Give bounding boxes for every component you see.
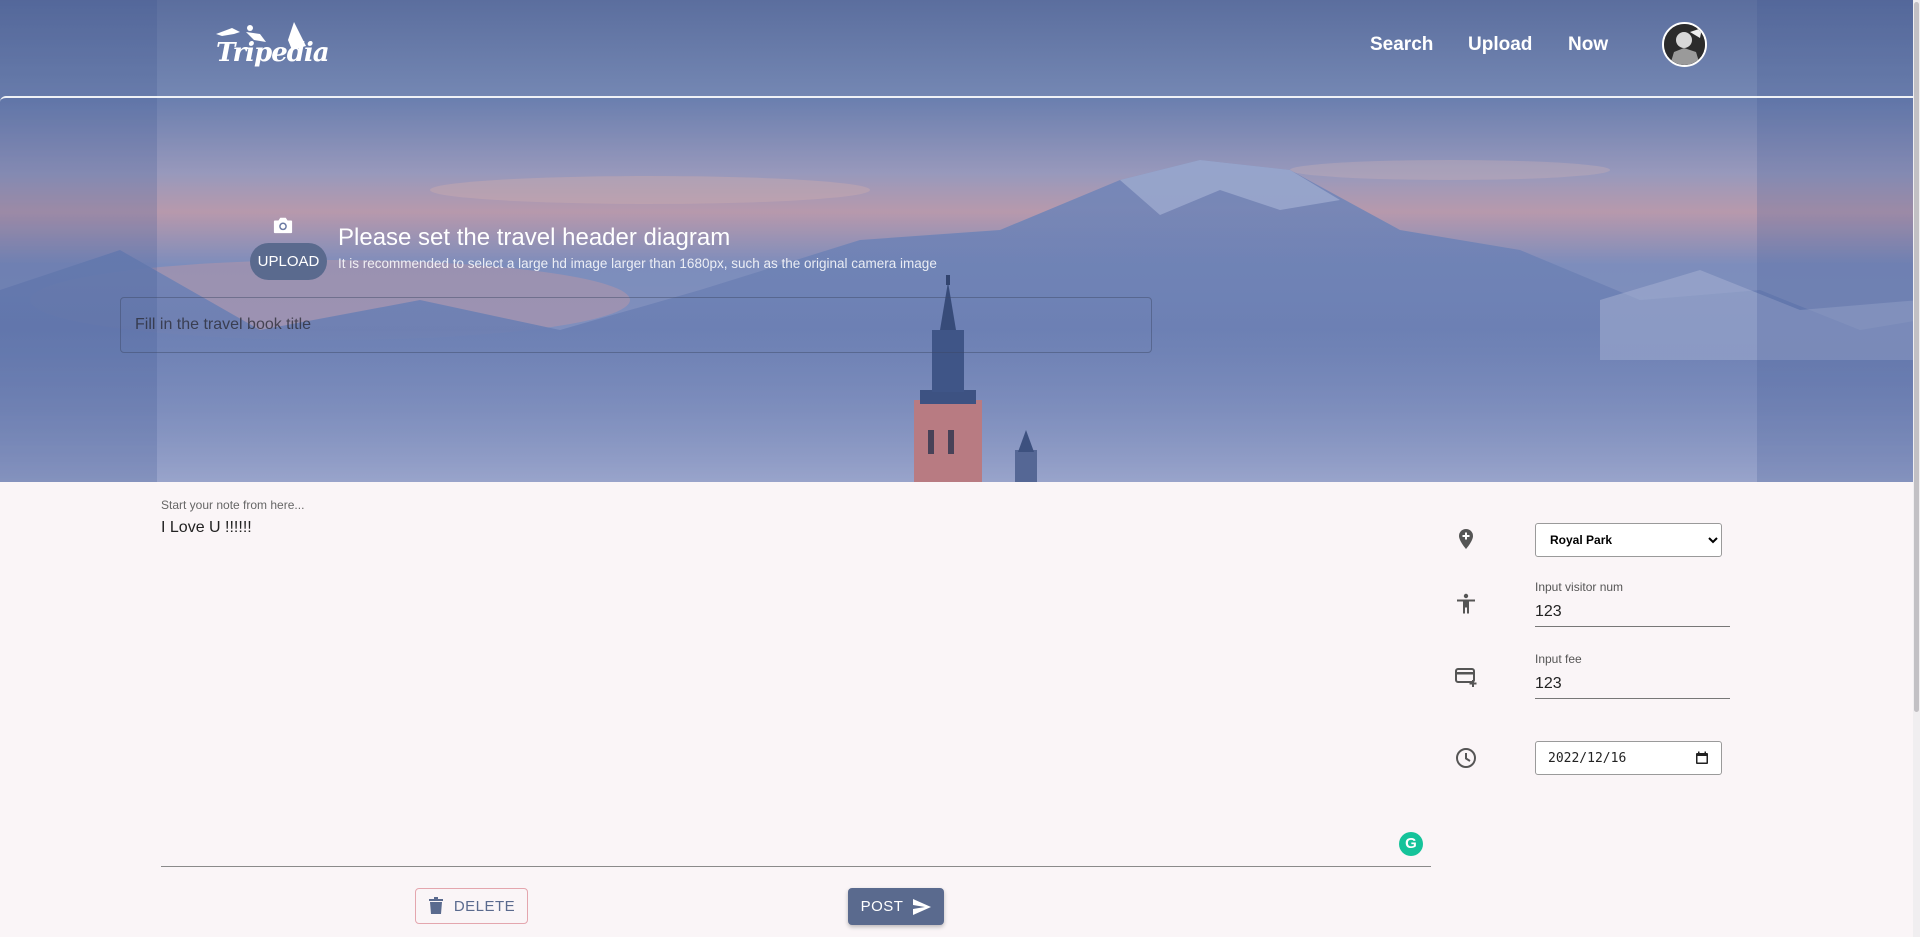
nav-now-link[interactable]: Now bbox=[1568, 34, 1628, 56]
nav-upload-link[interactable]: Upload bbox=[1468, 34, 1548, 56]
grammarly-icon[interactable]: G bbox=[1399, 832, 1423, 856]
calendar-icon[interactable] bbox=[1695, 751, 1709, 765]
avatar-portrait-icon bbox=[1664, 24, 1705, 65]
note-label: Start your note from here... bbox=[161, 498, 305, 512]
date-input[interactable]: 2022/12/16 bbox=[1535, 741, 1722, 775]
visitor-num-input[interactable] bbox=[1535, 601, 1730, 627]
add-location-icon bbox=[1459, 529, 1473, 549]
post-label: POST bbox=[860, 898, 904, 915]
page-scrollbar-thumb[interactable] bbox=[1914, 2, 1919, 712]
add-card-icon bbox=[1455, 668, 1477, 687]
fee-input[interactable] bbox=[1535, 673, 1730, 699]
travel-title-input[interactable] bbox=[120, 297, 1152, 353]
fee-label: Input fee bbox=[1535, 652, 1582, 666]
upload-header-button[interactable]: UPLOAD bbox=[250, 243, 327, 280]
note-content[interactable]: I Love U !!!!!! bbox=[161, 519, 252, 537]
trash-icon bbox=[428, 897, 443, 914]
header-band bbox=[0, 96, 1920, 482]
delete-button[interactable]: DELETE bbox=[415, 888, 528, 924]
hero-title: Please set the travel header diagram bbox=[338, 224, 731, 251]
hero-subtitle: It is recommended to select a large hd i… bbox=[338, 256, 937, 271]
visitor-num-label: Input visitor num bbox=[1535, 580, 1624, 594]
user-avatar[interactable] bbox=[1662, 22, 1707, 67]
date-value: 2022/12/16 bbox=[1548, 750, 1627, 766]
tripedia-logo[interactable]: Tripedia bbox=[210, 20, 330, 74]
location-select[interactable]: Royal Park bbox=[1535, 523, 1722, 557]
accessibility-icon bbox=[1457, 593, 1475, 614]
nav-search-link[interactable]: Search bbox=[1370, 34, 1450, 56]
note-editor[interactable] bbox=[161, 495, 1431, 867]
post-button[interactable]: POST bbox=[848, 888, 944, 925]
clock-icon bbox=[1456, 748, 1476, 768]
logo-text: Tripedia bbox=[216, 38, 330, 68]
send-icon bbox=[913, 898, 932, 915]
camera-icon bbox=[273, 217, 293, 234]
delete-label: DELETE bbox=[453, 897, 516, 915]
